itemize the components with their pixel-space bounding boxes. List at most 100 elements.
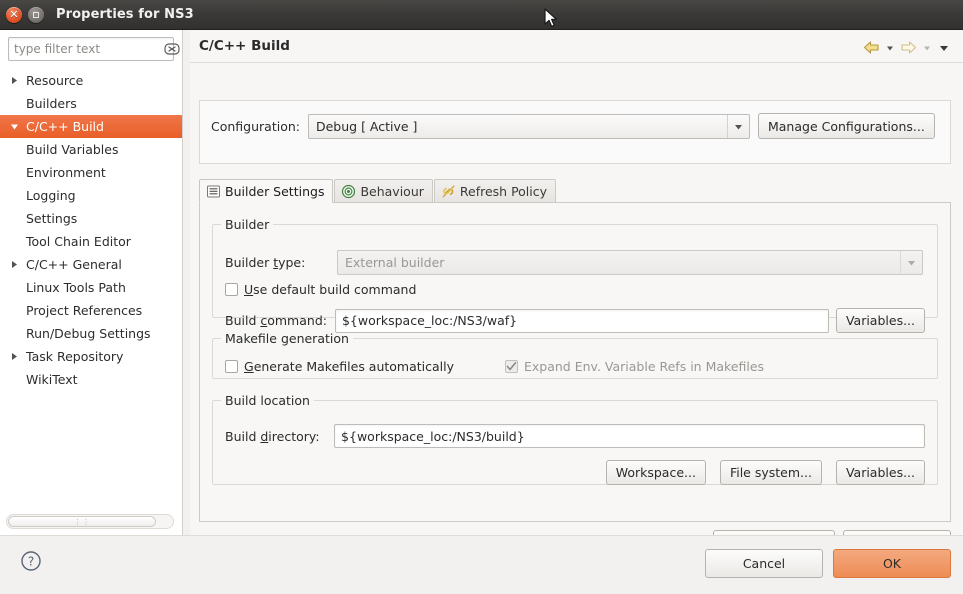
build-directory-label: Build directory:: [225, 428, 320, 444]
build-directory-value: ${workspace_loc:/NS3/build}: [341, 428, 525, 444]
refresh-link-icon: [441, 184, 456, 199]
sidebar-item-label: Logging: [26, 188, 76, 203]
sidebar-item-task-repository[interactable]: Task Repository: [0, 345, 182, 368]
back-arrow-icon[interactable]: [863, 40, 880, 55]
sidebar-item-builders[interactable]: Builders: [0, 92, 182, 115]
settings-sidebar: Resource Builders C/C++ Build Build Variabl…: [0, 30, 183, 535]
configuration-selected-value: Debug [ Active ]: [315, 118, 418, 134]
expand-env-refs-checkbox: [505, 360, 518, 373]
maximize-glyph: [33, 11, 39, 18]
sidebar-item-settings[interactable]: Settings: [0, 207, 182, 230]
builder-settings-tab-panel: Builder Builder type: External builder U…: [199, 202, 951, 522]
sidebar-item-label: WikiText: [26, 372, 78, 387]
build-location-legend: Build location: [225, 393, 310, 408]
window-title: Properties for NS3: [56, 7, 194, 22]
sidebar-item-environment[interactable]: Environment: [0, 161, 182, 184]
build-command-row: Build command: ${workspace_loc:/NS3/waf}…: [225, 308, 925, 333]
sidebar-item-label: C/C++ General: [26, 257, 122, 272]
generate-makefiles-row[interactable]: Generate Makefiles automatically: [225, 359, 454, 374]
build-command-input[interactable]: ${workspace_loc:/NS3/waf}: [334, 308, 829, 333]
help-icon[interactable]: ?: [20, 550, 42, 572]
build-directory-row: Build directory: ${workspace_loc:/NS3/bu…: [225, 424, 925, 448]
maximize-icon[interactable]: [28, 6, 44, 23]
sidebar-item-tool-chain-editor[interactable]: Tool Chain Editor: [0, 230, 182, 253]
navigation-toolbar: [863, 40, 951, 55]
file-system-button[interactable]: File system...: [719, 460, 822, 485]
chevron-down-icon[interactable]: [726, 114, 749, 138]
list-lines-icon: [206, 184, 221, 199]
back-history-chevron-down-icon[interactable]: [884, 41, 896, 55]
overflow-chevron-down-icon[interactable]: [937, 41, 951, 55]
sidebar-item-label: C/C++ Build: [26, 119, 104, 134]
sidebar-item-label: Settings: [26, 211, 78, 226]
page-title: C/C++ Build: [199, 38, 290, 54]
tab-builder-settings[interactable]: Builder Settings: [199, 179, 334, 203]
sidebar-item-run-debug-settings[interactable]: Run/Debug Settings: [0, 322, 182, 345]
sidebar-item-project-references[interactable]: Project References: [0, 299, 182, 322]
settings-tree: Resource Builders C/C++ Build Build Variabl…: [0, 69, 182, 391]
use-default-build-command-label: Use default build command: [244, 282, 417, 297]
sidebar-item-label: Tool Chain Editor: [26, 234, 131, 249]
close-icon[interactable]: ✕: [6, 6, 22, 23]
sidebar-item-label: Task Repository: [26, 349, 124, 364]
scrollbar-grip: ⋮⋮: [73, 517, 91, 526]
search-box[interactable]: [8, 37, 180, 61]
tab-label: Refresh Policy: [459, 184, 548, 199]
chevron-right-icon[interactable]: [4, 76, 24, 85]
sidebar-item-resource[interactable]: Resource: [0, 69, 182, 92]
expand-env-refs-label: Expand Env. Variable Refs in Makefiles: [524, 359, 765, 374]
sidebar-item-c-c-general[interactable]: C/C++ General: [0, 253, 182, 276]
use-default-build-command-checkbox[interactable]: [225, 283, 238, 296]
workspace-button[interactable]: Workspace...: [605, 460, 706, 485]
builder-type-row: Builder type: External builder: [225, 250, 925, 275]
sidebar-item-build-variables[interactable]: Build Variables: [0, 138, 182, 161]
filter-area: [0, 30, 182, 61]
generate-makefiles-label: Generate Makefiles automatically: [244, 359, 455, 374]
cancel-button[interactable]: Cancel: [705, 549, 823, 578]
sidebar-horizontal-scrollbar[interactable]: ⋮⋮: [6, 514, 174, 529]
sidebar-item-logging[interactable]: Logging: [0, 184, 182, 207]
tab-label: Behaviour: [360, 184, 424, 199]
sidebar-item-label: Builders: [26, 96, 77, 111]
sidebar-item-wikitext[interactable]: WikiText: [0, 368, 182, 391]
chevron-down-icon[interactable]: [4, 122, 24, 131]
chevron-down-icon: [900, 251, 922, 274]
forward-history-chevron-down-icon: [924, 46, 930, 50]
forward-arrow-icon[interactable]: [900, 40, 917, 55]
builder-group-legend: Builder: [225, 217, 270, 232]
build-directory-input[interactable]: ${workspace_loc:/NS3/build}: [334, 424, 925, 448]
build-command-label: Build command:: [225, 313, 327, 328]
generate-makefiles-checkbox[interactable]: [225, 360, 238, 373]
search-input[interactable]: [14, 42, 164, 56]
build-command-variables-button[interactable]: Variables...: [835, 308, 925, 333]
use-default-build-command-row[interactable]: Use default build command: [225, 282, 416, 297]
configuration-select[interactable]: Debug [ Active ]: [307, 113, 750, 139]
clear-icon[interactable]: [164, 43, 180, 55]
builder-type-label: Builder type:: [225, 255, 306, 270]
chevron-right-icon[interactable]: [4, 260, 24, 269]
variables-button[interactable]: Variables...: [835, 460, 925, 485]
settings-tabs: Builder Settings Behaviour Refresh Policy: [199, 178, 951, 203]
builder-type-select: External builder: [337, 250, 923, 275]
mouse-cursor: [544, 8, 557, 27]
chevron-right-icon[interactable]: [4, 352, 24, 361]
scrollbar-thumb[interactable]: ⋮⋮: [8, 516, 156, 527]
configuration-label: Configuration:: [211, 118, 300, 134]
manage-configurations-button[interactable]: Manage Configurations...: [757, 113, 935, 139]
build-location-buttons: Workspace... File system... Variables...: [605, 460, 925, 485]
tab-refresh-policy[interactable]: Refresh Policy: [433, 179, 557, 203]
sidebar-item-label: Environment: [26, 165, 106, 180]
target-icon: [341, 184, 356, 199]
build-location-group: Build location Build directory: ${worksp…: [212, 393, 938, 485]
tab-behaviour[interactable]: Behaviour: [334, 179, 433, 203]
title-divider: [190, 62, 963, 63]
expand-env-refs-row: Expand Env. Variable Refs in Makefiles: [505, 359, 764, 374]
configuration-group: Configuration: Debug [ Active ] Manage C…: [199, 100, 951, 164]
builder-type-value: External builder: [345, 255, 445, 270]
check-icon: [506, 362, 517, 371]
build-command-value: ${workspace_loc:/NS3/waf}: [341, 313, 518, 328]
sidebar-item-linux-tools-path[interactable]: Linux Tools Path: [0, 276, 182, 299]
configuration-row: Configuration: Debug [ Active ] Manage C…: [211, 113, 939, 139]
sidebar-item-c-c-build[interactable]: C/C++ Build: [0, 115, 182, 138]
ok-button[interactable]: OK: [833, 549, 951, 578]
